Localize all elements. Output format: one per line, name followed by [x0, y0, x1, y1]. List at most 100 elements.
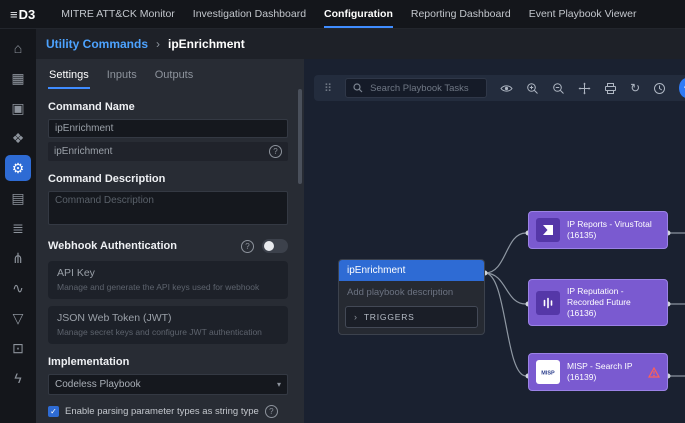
display-name-row[interactable]: ipEnrichment	[48, 142, 288, 161]
d3-logo[interactable]: D3	[10, 7, 35, 22]
sidebar-item-connections[interactable]: ⋔	[5, 245, 31, 271]
implementation-select[interactable]: Codeless Playbook	[48, 374, 288, 395]
breadcrumb: Utility Commands › ipEnrichment	[36, 29, 685, 59]
parsing-checkbox-label: Enable parsing parameter types as string…	[65, 406, 259, 417]
breadcrumb-current: ipEnrichment	[168, 37, 245, 51]
history-button[interactable]	[653, 82, 666, 95]
triggers-section[interactable]: TRIGGERS	[345, 306, 478, 328]
virustotal-icon	[536, 218, 560, 242]
nav-item-reporting-dashboard[interactable]: Reporting Dashboard	[411, 0, 511, 28]
task-title: MISP - Search IP	[567, 361, 633, 372]
command-description-label: Command Description	[48, 173, 288, 185]
chevron-right-icon	[354, 312, 358, 322]
nav-item-mitre-attck-monitor[interactable]: MITRE ATT&CK Monitor	[61, 0, 175, 28]
task-title: IP Reports - VirusTotal	[567, 219, 652, 230]
export-box-icon: ⊡	[12, 340, 24, 357]
playbook-search-input[interactable]	[368, 82, 479, 95]
api-key-subtitle: Manage and generate the API keys used fo…	[57, 282, 279, 293]
sidebar-item-data[interactable]: ≣	[5, 215, 31, 241]
playbook-root-node[interactable]: ipEnrichment Add playbook description TR…	[338, 259, 485, 335]
triggers-label: TRIGGERS	[364, 312, 415, 322]
chevron-right-icon: ›	[156, 37, 160, 51]
sidebar-item-home[interactable]: ⌂	[5, 35, 31, 61]
task-node-recorded-future[interactable]: IP Reputation - Recorded Future (16136)	[528, 279, 668, 326]
warning-icon[interactable]	[648, 367, 660, 378]
sidebar-item-export[interactable]: ⊡	[5, 335, 31, 361]
settings-tabs: Settings Inputs Outputs	[48, 63, 288, 89]
implementation-label: Implementation	[48, 356, 288, 368]
monitor-icon: ▣	[11, 100, 24, 117]
app-window: D3 MITRE ATT&CK Monitor Investigation Da…	[0, 0, 685, 423]
sidebar-item-schedule[interactable]: ▤	[5, 185, 31, 211]
pan-button[interactable]	[578, 82, 591, 95]
command-description-input[interactable]	[48, 191, 288, 225]
settings-panel: Settings Inputs Outputs Command Name ipE…	[36, 59, 304, 423]
nav-item-event-playbook-viewer[interactable]: Event Playbook Viewer	[529, 0, 637, 28]
webhook-auth-toggle[interactable]	[262, 239, 288, 253]
task-id: (16135)	[567, 230, 652, 241]
body-row: ⌂ ▦ ▣ ❖ ⚙ ▤ ≣ ⋔ ∿ ▽ ⊡ ϟ Utility Commands…	[0, 29, 685, 423]
tab-inputs[interactable]: Inputs	[106, 65, 138, 89]
chevron-down-icon	[277, 379, 281, 390]
api-key-card[interactable]: API Key Manage and generate the API keys…	[48, 261, 288, 299]
breadcrumb-parent[interactable]: Utility Commands	[46, 37, 148, 51]
print-button[interactable]	[604, 82, 617, 95]
puzzle-icon: ❖	[12, 130, 25, 147]
logo-text: D3	[19, 7, 36, 22]
task-node-virustotal[interactable]: IP Reports - VirusTotal (16135)	[528, 211, 668, 249]
parsing-checkbox[interactable]	[48, 406, 59, 417]
database-icon: ≣	[12, 220, 24, 237]
jwt-subtitle: Manage secret keys and configure JWT aut…	[57, 327, 279, 338]
canvas-toolbar	[314, 75, 685, 101]
sidebar-item-monitor[interactable]: ▣	[5, 95, 31, 121]
help-icon[interactable]	[269, 145, 282, 158]
calendar-icon: ▦	[11, 70, 24, 87]
logo-bars-icon	[10, 7, 18, 22]
jwt-title: JSON Web Token (JWT)	[57, 312, 279, 324]
lightning-icon: ϟ	[14, 370, 21, 386]
content-row: Settings Inputs Outputs Command Name ipE…	[36, 59, 685, 423]
nav-item-configuration[interactable]: Configuration	[324, 0, 393, 28]
help-icon[interactable]	[241, 240, 254, 253]
zoom-in-button[interactable]	[526, 82, 539, 95]
command-name-label: Command Name	[48, 101, 288, 113]
webhook-auth-label: Webhook Authentication	[48, 240, 177, 252]
signal-icon: ∿	[12, 280, 24, 297]
jwt-card[interactable]: JSON Web Token (JWT) Manage secret keys …	[48, 306, 288, 344]
tab-outputs[interactable]: Outputs	[154, 65, 195, 89]
sidebar: ⌂ ▦ ▣ ❖ ⚙ ▤ ≣ ⋔ ∿ ▽ ⊡ ϟ	[0, 29, 36, 423]
sidebar-item-broadcast[interactable]: ∿	[5, 275, 31, 301]
top-nav: D3 MITRE ATT&CK Monitor Investigation Da…	[0, 0, 685, 29]
api-key-title: API Key	[57, 267, 279, 279]
svg-text:MISP: MISP	[541, 371, 555, 377]
wrench-icon: ⚙	[12, 160, 25, 177]
drag-handle-icon[interactable]	[324, 82, 332, 95]
toggle-knob	[264, 241, 274, 251]
command-name-input[interactable]	[48, 119, 288, 138]
refresh-button[interactable]	[630, 82, 640, 94]
sidebar-item-integrations[interactable]: ❖	[5, 125, 31, 151]
funnel-icon: ▽	[13, 310, 24, 327]
task-title: IP Reputation - Recorded Future	[567, 286, 660, 308]
playbook-canvas[interactable]: ipEnrichment Add playbook description TR…	[304, 59, 685, 423]
recorded-future-icon	[536, 291, 560, 315]
display-name-value: ipEnrichment	[54, 146, 112, 157]
sidebar-item-utility-commands[interactable]: ⚙	[5, 155, 31, 181]
home-icon: ⌂	[14, 40, 22, 56]
visibility-button[interactable]	[500, 82, 513, 95]
zoom-out-button[interactable]	[552, 82, 565, 95]
root-node-description[interactable]: Add playbook description	[339, 281, 484, 300]
panel-scrollbar[interactable]	[298, 89, 302, 184]
sidebar-item-incidents[interactable]: ▦	[5, 65, 31, 91]
task-node-misp[interactable]: MISP MISP - Search IP (16139)	[528, 353, 668, 391]
help-icon[interactable]	[265, 405, 278, 418]
sidebar-item-automation[interactable]: ϟ	[5, 365, 31, 391]
nav-item-investigation-dashboard[interactable]: Investigation Dashboard	[193, 0, 306, 28]
playbook-search[interactable]	[345, 78, 487, 98]
tab-settings[interactable]: Settings	[48, 65, 90, 89]
root-node-title: ipEnrichment	[339, 260, 484, 281]
task-id: (16136)	[567, 308, 660, 319]
sidebar-item-filter[interactable]: ▽	[5, 305, 31, 331]
search-icon	[353, 83, 363, 93]
assistant-button[interactable]	[679, 78, 685, 98]
